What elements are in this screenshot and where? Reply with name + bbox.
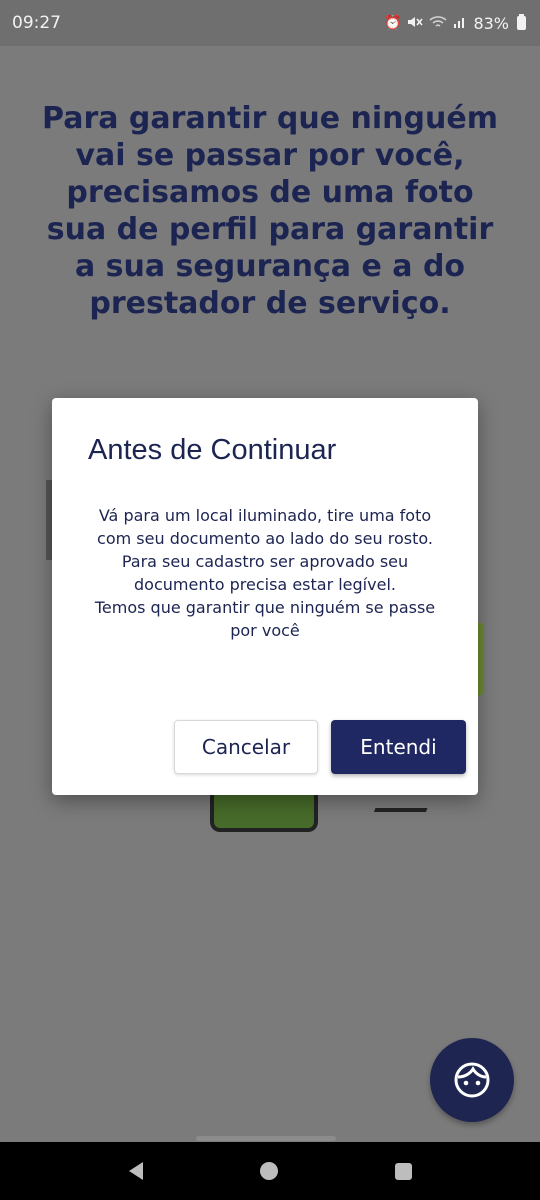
dialog-title: Antes de Continuar [88, 434, 337, 466]
wifi-icon [429, 15, 447, 32]
status-bar: 09:27 ⏰ 83% [0, 0, 540, 46]
back-icon[interactable] [128, 1162, 143, 1180]
alarm-icon: ⏰ [384, 15, 402, 31]
mute-icon [407, 15, 424, 32]
face-capture-button[interactable] [430, 1038, 514, 1122]
status-icons: ⏰ 83% [384, 14, 526, 33]
gesture-indicator [196, 1136, 336, 1141]
home-icon[interactable] [259, 1162, 278, 1180]
dialog-body: Vá para um local iluminado, tire uma fot… [80, 504, 450, 642]
dialog-body-line: Temos que garantir que ninguém se passe … [94, 598, 436, 640]
before-continue-dialog: Antes de Continuar Vá para um local ilum… [52, 398, 478, 795]
understood-button[interactable]: Entendi [331, 720, 466, 774]
cancel-button[interactable]: Cancelar [174, 720, 318, 774]
page-headline: Para garantir que ninguém vai se passar … [42, 101, 498, 321]
recent-apps-icon[interactable] [394, 1162, 412, 1180]
battery-percent: 83% [473, 13, 509, 33]
face-icon [454, 1062, 490, 1098]
status-time: 09:27 [12, 13, 61, 33]
dialog-body-line: Para seu cadastro ser aprovado seu docum… [121, 552, 409, 594]
navigation-bar [0, 1142, 540, 1200]
dialog-body-line: Vá para um local iluminado, tire uma fot… [97, 506, 433, 548]
battery-icon [517, 14, 526, 30]
signal-icon [453, 15, 467, 32]
